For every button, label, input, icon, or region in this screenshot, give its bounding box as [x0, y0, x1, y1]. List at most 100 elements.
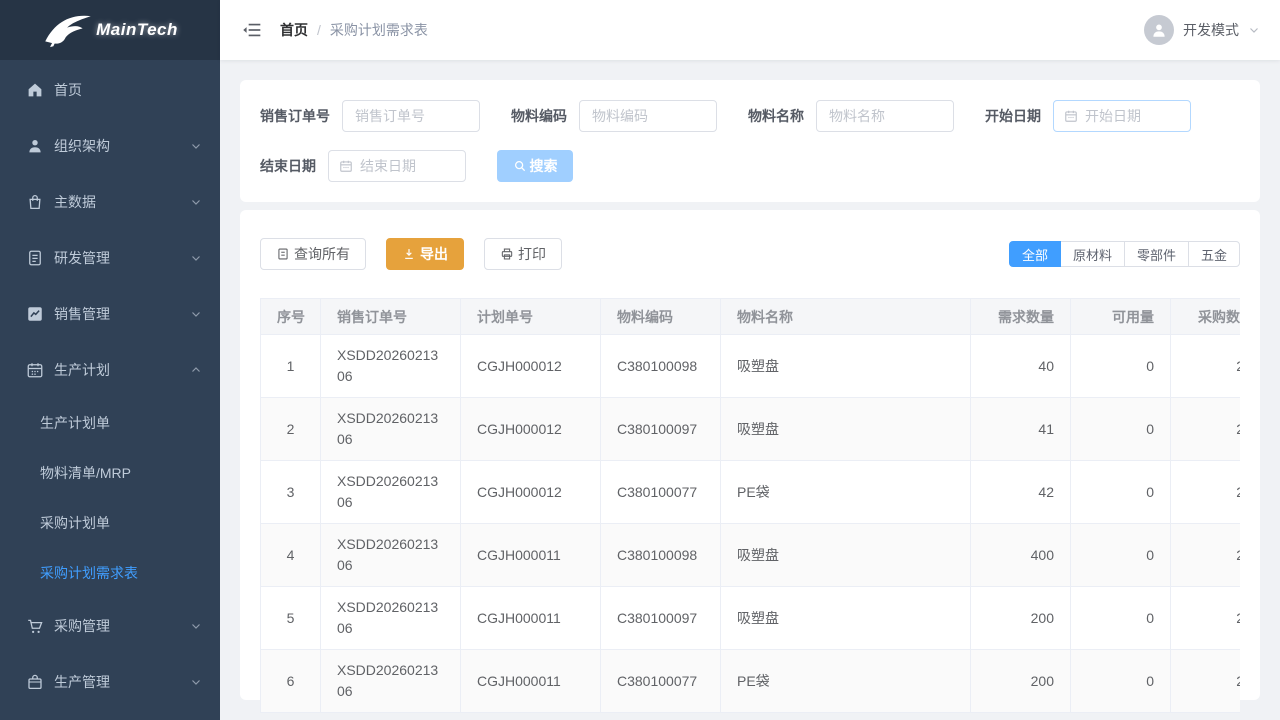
table-cell: 2 [1171, 461, 1241, 524]
brand-swoosh-icon [42, 12, 94, 48]
sidebar-item-sales-management[interactable]: 销售管理 [0, 286, 220, 342]
chevron-down-icon [190, 676, 202, 688]
table-scroll-area[interactable]: 序号销售订单号计划单号物料编码物料名称需求数量可用量采购数量 1XSDD2026… [260, 298, 1240, 713]
column-header: 销售订单号 [321, 299, 461, 335]
sidebar-item-production-management[interactable]: 生产管理 [0, 654, 220, 710]
table-cell: 5 [261, 587, 321, 650]
sidebar-item-label: 生产管理 [54, 672, 190, 692]
table-row: 5XSDD2026021306CGJH000011C380100097吸塑盘20… [261, 587, 1241, 650]
table-cell: 2 [1171, 650, 1241, 713]
query-all-button[interactable]: 查询所有 [260, 238, 366, 270]
tab-all[interactable]: 全部 [1009, 241, 1061, 267]
document-icon [26, 249, 44, 267]
calendar-icon [1064, 109, 1078, 123]
table-cell: 0 [1071, 461, 1171, 524]
print-button[interactable]: 打印 [484, 238, 562, 270]
material-name-input[interactable] [816, 100, 954, 132]
tab-hardware[interactable]: 五金 [1188, 241, 1240, 267]
table-cell: 200 [971, 650, 1071, 713]
chevron-down-icon [1248, 24, 1260, 36]
search-button[interactable]: 搜索 [497, 150, 573, 182]
table-cell: 吸塑盘 [721, 398, 971, 461]
sidebar-item-label: 首页 [54, 80, 202, 100]
column-header: 物料编码 [601, 299, 721, 335]
table-header: 序号销售订单号计划单号物料编码物料名称需求数量可用量采购数量 [261, 299, 1241, 335]
breadcrumb: 首页 / 采购计划需求表 [280, 20, 428, 40]
table-row: 4XSDD2026021306CGJH000011C380100098吸塑盘40… [261, 524, 1241, 587]
table-cell: 0 [1071, 398, 1171, 461]
table-cell: 0 [1071, 587, 1171, 650]
table-cell: 200 [971, 587, 1071, 650]
end-date-input[interactable] [360, 158, 455, 174]
breadcrumb-home-link[interactable]: 首页 [280, 20, 308, 40]
sidebar-subitem-production-plan-order[interactable]: 生产计划单 [0, 398, 220, 448]
sidebar-item-organization[interactable]: 组织架构 [0, 118, 220, 174]
tab-parts[interactable]: 零部件 [1124, 241, 1189, 267]
table-cell: 400 [971, 524, 1071, 587]
chevron-up-icon [190, 364, 202, 376]
material-code-input[interactable] [579, 100, 717, 132]
page-content: 销售订单号物料编码物料名称开始日期结束日期搜索 查询所有 导出 [220, 60, 1280, 720]
table-cell: XSDD2026021306 [321, 650, 461, 713]
start-date-input[interactable] [1085, 108, 1180, 124]
table-row: 3XSDD2026021306CGJH000012C380100077PE袋42… [261, 461, 1241, 524]
breadcrumb-separator: / [317, 22, 321, 38]
box-icon [26, 673, 44, 691]
table-cell: 40 [971, 335, 1071, 398]
table-row: 2XSDD2026021306CGJH000012C380100097吸塑盘41… [261, 398, 1241, 461]
table-cell: XSDD2026021306 [321, 524, 461, 587]
avatar [1144, 15, 1174, 45]
sidebar-item-rd-management[interactable]: 研发管理 [0, 230, 220, 286]
person-icon [1150, 21, 1168, 39]
home-icon [26, 81, 44, 99]
table-cell: XSDD2026021306 [321, 398, 461, 461]
sidebar-subitem-purchase-plan-order[interactable]: 采购计划单 [0, 498, 220, 548]
table-cell: 2 [1171, 398, 1241, 461]
filter-label-material-code: 物料编码 [511, 106, 567, 126]
export-button[interactable]: 导出 [386, 238, 464, 270]
sales-order-no-input[interactable] [342, 100, 480, 132]
end-date-input-box [328, 150, 466, 182]
table-cell: CGJH000012 [461, 461, 601, 524]
table-cell: C380100077 [601, 461, 721, 524]
user-menu[interactable]: 开发模式 [1144, 15, 1260, 45]
chevron-down-icon [190, 308, 202, 320]
sidebar-subitem-bom-mrp[interactable]: 物料清单/MRP [0, 448, 220, 498]
chevron-down-icon [190, 620, 202, 632]
table-cell: CGJH000012 [461, 335, 601, 398]
brand-logo: MainTech [0, 0, 220, 60]
sidebar-item-home[interactable]: 首页 [0, 62, 220, 118]
table-cell: 2 [1171, 524, 1241, 587]
table-cell: C380100098 [601, 524, 721, 587]
cart-icon [26, 617, 44, 635]
table-cell: 3 [261, 461, 321, 524]
table-cell: XSDD2026021306 [321, 587, 461, 650]
sidebar-item-production-plan[interactable]: 生产计划 [0, 342, 220, 398]
sidebar-item-purchase-management[interactable]: 采购管理 [0, 598, 220, 654]
breadcrumb-current: 采购计划需求表 [330, 20, 428, 40]
collapse-sidebar-button[interactable] [242, 20, 262, 40]
filter-field-sales-order-no: 销售订单号 [260, 100, 480, 132]
tab-raw-material[interactable]: 原材料 [1060, 241, 1125, 267]
table-cell: 0 [1071, 650, 1171, 713]
table-cell: 4 [261, 524, 321, 587]
table-row: 1XSDD2026021306CGJH000012C380100098吸塑盘40… [261, 335, 1241, 398]
sidebar-subitem-purchase-plan-demand[interactable]: 采购计划需求表 [0, 548, 220, 598]
topbar: 首页 / 采购计划需求表 开发模式 [220, 0, 1280, 60]
table-header-row: 序号销售订单号计划单号物料编码物料名称需求数量可用量采购数量 [261, 299, 1241, 335]
sidebar-item-master-data[interactable]: 主数据 [0, 174, 220, 230]
column-header: 采购数量 [1171, 299, 1241, 335]
table-cell: 2 [1171, 587, 1241, 650]
download-icon [402, 247, 416, 261]
table-cell: PE袋 [721, 461, 971, 524]
table-cell: C380100098 [601, 335, 721, 398]
sidebar: MainTech 首页组织架构主数据研发管理销售管理生产计划生产计划单物料清单/… [0, 0, 220, 720]
table-cell: 吸塑盘 [721, 524, 971, 587]
main-area: 首页 / 采购计划需求表 开发模式 销售订单号物料编码物料名称开始 [220, 0, 1280, 720]
filter-label-start-date: 开始日期 [985, 106, 1041, 126]
table-cell: 吸塑盘 [721, 335, 971, 398]
table-cell: XSDD2026021306 [321, 461, 461, 524]
column-header: 序号 [261, 299, 321, 335]
sidebar-item-label: 生产计划 [54, 360, 190, 380]
column-header: 需求数量 [971, 299, 1071, 335]
